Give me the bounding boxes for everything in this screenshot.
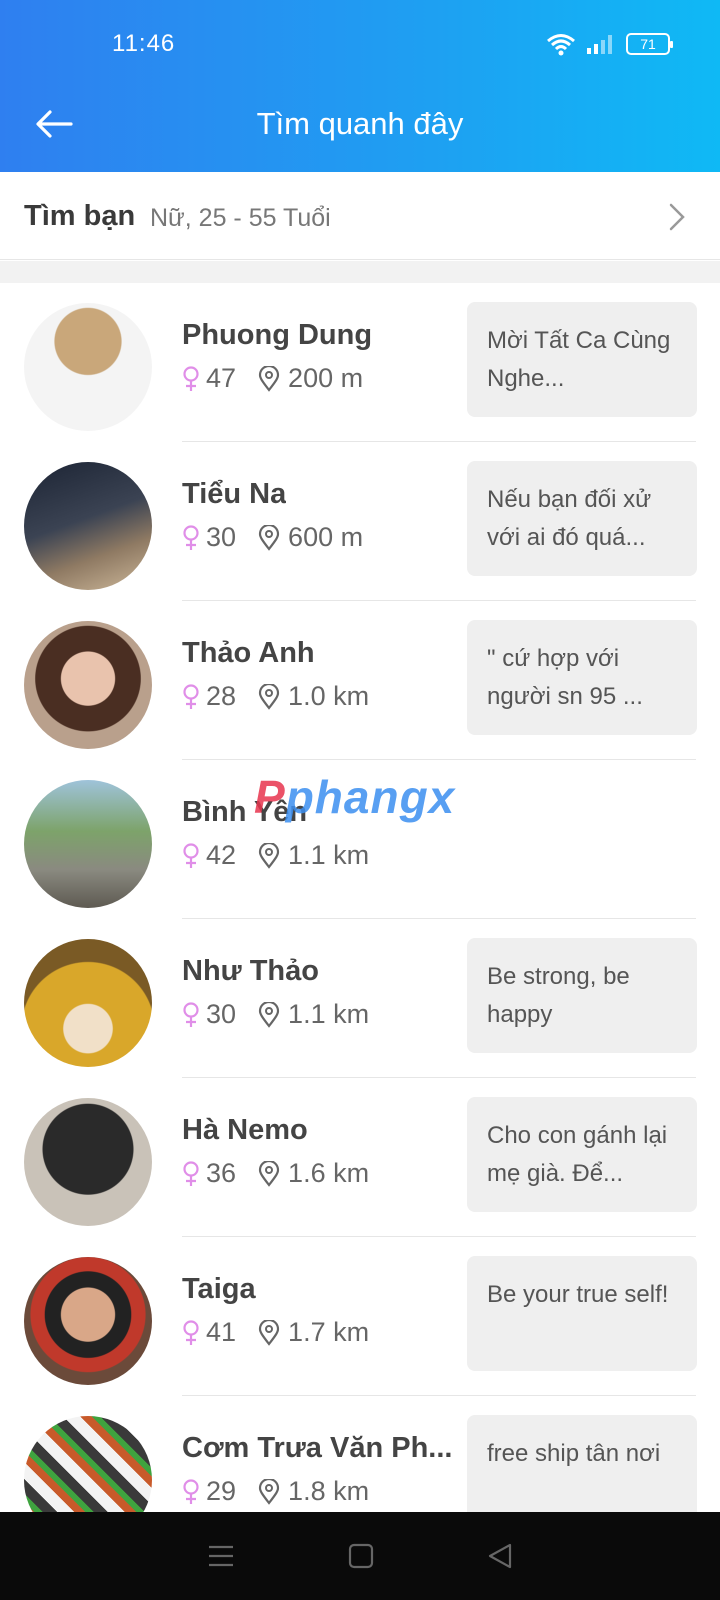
- person-age: 28: [206, 681, 237, 711]
- person-age: 30: [206, 522, 237, 552]
- page-title: Tìm quanh đây: [256, 106, 464, 141]
- location-pin-icon: [258, 842, 280, 869]
- person-age: 29: [206, 1476, 237, 1506]
- person-distance: 1.0 km: [288, 681, 370, 711]
- battery-icon: 71: [626, 33, 673, 55]
- person-name: Cơm Trưa Văn Ph...: [182, 1432, 453, 1464]
- person-name: Hà Nemo: [182, 1114, 308, 1146]
- location-pin-icon: [258, 1319, 280, 1346]
- person-age: 42: [206, 840, 237, 870]
- status-bubble[interactable]: Cho con gánh lại mẹ già. Để...: [467, 1097, 697, 1212]
- avatar[interactable]: [24, 1257, 152, 1385]
- status-time: 11:46: [112, 30, 176, 57]
- person-meta: 42 1.1 km: [182, 840, 369, 871]
- list-item[interactable]: Thảo Anh 28 1.0 km " cứ hợp với người sn…: [0, 601, 720, 760]
- avatar[interactable]: [24, 462, 152, 590]
- list-item[interactable]: Phuong Dung 47 200 m Mời Tất Ca Cùng Ngh…: [0, 283, 720, 442]
- battery-level: 71: [640, 36, 656, 52]
- person-name: Taiga: [182, 1273, 256, 1305]
- system-nav-bar: [0, 1512, 720, 1600]
- avatar[interactable]: [24, 780, 152, 908]
- filter-row[interactable]: Tìm bạn Nữ, 25 - 55 Tuổi: [0, 174, 720, 260]
- status-bubble[interactable]: Mời Tất Ca Cùng Nghe...: [467, 302, 697, 417]
- person-age: 30: [206, 999, 237, 1029]
- person-distance: 1.6 km: [288, 1158, 370, 1188]
- person-distance: 1.8 km: [288, 1476, 370, 1506]
- location-pin-icon: [258, 683, 280, 710]
- female-icon: [183, 1160, 199, 1186]
- location-pin-icon: [258, 365, 280, 392]
- people-list: Phuong Dung 47 200 m Mời Tất Ca Cùng Ngh…: [0, 283, 720, 1555]
- female-icon: [183, 365, 199, 391]
- person-name: Như Thảo: [182, 955, 319, 987]
- female-icon: [183, 524, 199, 550]
- person-age: 47: [206, 363, 237, 393]
- female-icon: [183, 1319, 199, 1345]
- person-meta: 28 1.0 km: [182, 681, 369, 712]
- watermark: Pphangx: [254, 770, 455, 824]
- list-item[interactable]: Taiga 41 1.7 km Be your true self!: [0, 1237, 720, 1396]
- person-age: 41: [206, 1317, 237, 1347]
- signal-icon: [587, 35, 612, 54]
- avatar[interactable]: [24, 303, 152, 431]
- person-meta: 36 1.6 km: [182, 1158, 369, 1189]
- location-pin-icon: [258, 1478, 280, 1505]
- filter-value: Nữ, 25 - 55 Tuổi: [150, 204, 331, 232]
- person-distance: 1.1 km: [288, 840, 370, 870]
- avatar[interactable]: [24, 621, 152, 749]
- list-item[interactable]: Hà Nemo 36 1.6 km Cho con gánh lại mẹ gi…: [0, 1078, 720, 1237]
- wifi-icon: [547, 34, 575, 56]
- status-icons: 71: [546, 32, 673, 56]
- app-bar: Tìm quanh đây: [0, 76, 720, 172]
- person-name: Thảo Anh: [182, 637, 315, 669]
- person-age: 36: [206, 1158, 237, 1188]
- status-bubble[interactable]: Be your true self!: [467, 1256, 697, 1371]
- location-pin-icon: [258, 1001, 280, 1028]
- avatar[interactable]: [24, 939, 152, 1067]
- person-meta: 47 200 m: [182, 363, 363, 394]
- person-distance: 600 m: [288, 522, 364, 552]
- person-distance: 200 m: [288, 363, 364, 393]
- person-distance: 1.7 km: [288, 1317, 370, 1347]
- female-icon: [183, 1001, 199, 1027]
- back-icon[interactable]: [486, 1542, 514, 1570]
- watermark-part2: phangx: [285, 771, 456, 823]
- filter-label: Tìm bạn: [24, 200, 136, 232]
- section-divider: [0, 261, 720, 283]
- avatar[interactable]: [24, 1098, 152, 1226]
- female-icon: [183, 842, 199, 868]
- female-icon: [183, 1478, 199, 1504]
- person-meta: 30 600 m: [182, 522, 363, 553]
- status-bubble[interactable]: " cứ hợp với người sn 95 ...: [467, 620, 697, 735]
- person-meta: 30 1.1 km: [182, 999, 369, 1030]
- status-bar: 11:46 71: [0, 0, 720, 76]
- person-distance: 1.1 km: [288, 999, 370, 1029]
- home-icon[interactable]: [347, 1542, 375, 1570]
- list-item[interactable]: Như Thảo 30 1.1 km Be strong, be happy: [0, 919, 720, 1078]
- female-icon: [183, 683, 199, 709]
- list-item[interactable]: Tiểu Na 30 600 m Nếu bạn đối xử với ai đ…: [0, 442, 720, 601]
- status-bubble[interactable]: Be strong, be happy: [467, 938, 697, 1053]
- location-pin-icon: [258, 524, 280, 551]
- person-meta: 29 1.8 km: [182, 1476, 369, 1507]
- menu-icon[interactable]: [206, 1542, 236, 1570]
- person-meta: 41 1.7 km: [182, 1317, 369, 1348]
- watermark-part1: P: [254, 771, 286, 823]
- person-name: Phuong Dung: [182, 319, 373, 351]
- status-bubble[interactable]: Nếu bạn đối xử với ai đó quá...: [467, 461, 697, 576]
- header: 11:46 71 Tìm quanh đây: [0, 0, 720, 172]
- person-name: Tiểu Na: [182, 478, 287, 510]
- chevron-right-icon: [669, 203, 685, 231]
- location-pin-icon: [258, 1160, 280, 1187]
